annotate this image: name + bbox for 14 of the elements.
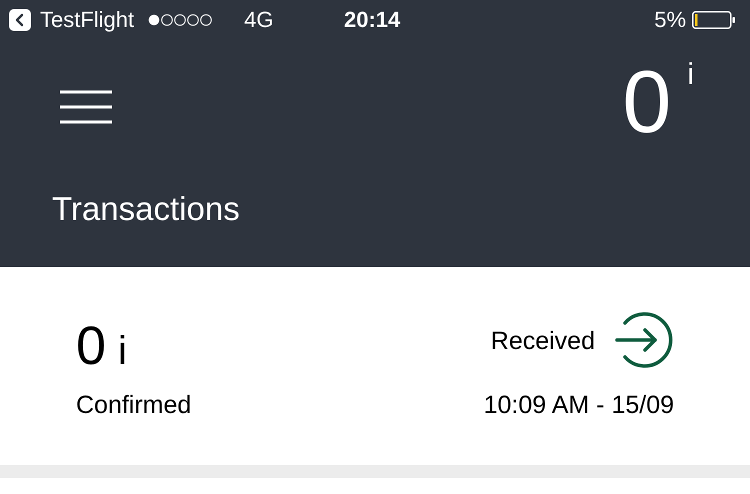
- back-to-app-button[interactable]: TestFlight: [9, 7, 134, 33]
- transaction-amount: 0: [76, 315, 106, 377]
- balance-amount: 0: [622, 52, 672, 152]
- carrier-label: 4G: [244, 7, 274, 33]
- direction-label: Received: [490, 326, 595, 356]
- battery-percent: 5%: [654, 7, 686, 33]
- amount-unit: i: [118, 329, 127, 374]
- transaction-status: Confirmed: [76, 391, 192, 420]
- page-title: Transactions: [52, 190, 241, 228]
- balance-unit: i: [687, 60, 694, 90]
- clock: 20:14: [344, 7, 400, 33]
- back-icon: [9, 9, 31, 31]
- transaction-time: 10:09 AM - 15/09: [484, 391, 674, 420]
- battery-icon: [692, 10, 736, 30]
